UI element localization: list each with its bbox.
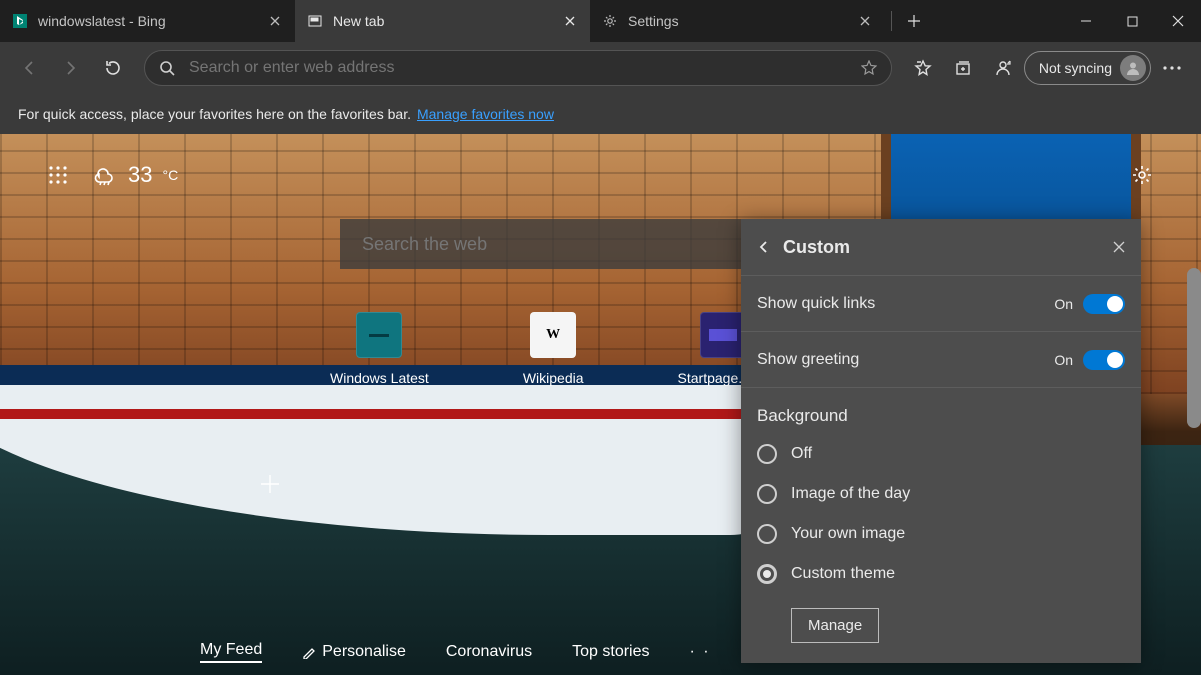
toolbar-right: Not syncing	[904, 49, 1191, 87]
quick-link-tile	[700, 312, 746, 358]
radio-icon	[757, 524, 777, 544]
back-icon[interactable]	[757, 240, 771, 254]
back-button[interactable]	[10, 49, 48, 87]
page-settings-button[interactable]	[1131, 164, 1153, 186]
quick-link-label: Windows Latest	[330, 370, 429, 386]
close-icon[interactable]	[857, 13, 873, 29]
toggle-switch[interactable]	[1083, 294, 1125, 314]
quick-link-wikipedia[interactable]: W Wikipedia	[523, 312, 584, 386]
tab-separator	[891, 11, 892, 31]
favorites-button[interactable]	[904, 49, 942, 87]
pencil-icon	[302, 645, 316, 659]
tab-strip: windowslatest - Bing New tab Settings	[0, 0, 1201, 42]
tab-title: New tab	[333, 13, 552, 29]
feed-tab-coronavirus[interactable]: Coronavirus	[446, 643, 532, 661]
radio-label: Your own image	[791, 525, 905, 543]
favorites-hint-text: For quick access, place your favorites h…	[18, 106, 411, 122]
new-tab-page: 33 °C Windows Latest W Wikipedia Startpa…	[0, 134, 1201, 675]
radio-icon	[757, 564, 777, 584]
browser-toolbar: Not syncing	[0, 42, 1201, 94]
new-tab-button[interactable]	[898, 0, 930, 42]
bg-option-off[interactable]: Off	[741, 434, 1141, 474]
minimize-button[interactable]	[1063, 0, 1109, 42]
toggle-label: Show greeting	[757, 351, 859, 369]
add-quick-link-button[interactable]	[250, 464, 290, 504]
close-icon[interactable]	[562, 13, 578, 29]
app-launcher-icon[interactable]	[48, 165, 68, 185]
quick-link-tile	[356, 312, 402, 358]
maximize-button[interactable]	[1109, 0, 1155, 42]
radio-label: Custom theme	[791, 565, 895, 583]
feed-tab-label: Personalise	[322, 643, 406, 661]
refresh-button[interactable]	[94, 49, 132, 87]
search-icon	[159, 60, 175, 76]
ntp-icon	[307, 13, 323, 29]
gear-icon	[602, 13, 618, 29]
radio-label: Off	[791, 445, 812, 463]
bing-icon	[12, 13, 28, 29]
address-bar[interactable]	[144, 50, 892, 86]
tab-title: Settings	[628, 13, 847, 29]
bg-option-custom-theme[interactable]: Custom theme	[741, 554, 1141, 594]
radio-icon	[757, 444, 777, 464]
profile-switch-button[interactable]	[984, 49, 1022, 87]
favorites-bar-hint: For quick access, place your favorites h…	[0, 94, 1201, 134]
feed-tab-personalise[interactable]: Personalise	[302, 643, 406, 661]
ntp-header: 33 °C	[0, 162, 1201, 188]
toggle-label: Show quick links	[757, 295, 875, 313]
close-icon[interactable]	[267, 13, 283, 29]
avatar-icon	[1120, 55, 1146, 81]
feed-more-button[interactable]: · ·	[690, 643, 711, 661]
vertical-scrollbar[interactable]	[1187, 268, 1201, 428]
close-window-button[interactable]	[1155, 0, 1201, 42]
weather-icon	[92, 164, 118, 186]
radio-icon	[757, 484, 777, 504]
manage-button[interactable]: Manage	[791, 608, 879, 643]
bg-option-own-image[interactable]: Your own image	[741, 514, 1141, 554]
bg-option-image-of-day[interactable]: Image of the day	[741, 474, 1141, 514]
temperature-value: 33	[128, 162, 152, 188]
page-settings-panel: Custom Show quick links On Show greeting…	[741, 219, 1141, 663]
tab-title: windowslatest - Bing	[38, 13, 257, 29]
toggle-quick-links[interactable]: Show quick links On	[741, 275, 1141, 331]
window-controls	[1063, 0, 1201, 42]
tab-settings[interactable]: Settings	[590, 0, 885, 42]
toggle-state: On	[1054, 352, 1073, 368]
manage-row: Manage	[741, 594, 1141, 663]
feed-tab-topstories[interactable]: Top stories	[572, 643, 649, 661]
panel-header: Custom	[741, 219, 1141, 275]
feed-tabs: My Feed Personalise Coronavirus Top stor…	[200, 641, 711, 663]
toggle-greeting[interactable]: Show greeting On	[741, 331, 1141, 387]
temperature-unit: °C	[162, 167, 178, 183]
more-menu-button[interactable]	[1153, 49, 1191, 87]
favorite-star-icon[interactable]	[861, 60, 877, 76]
toggle-switch[interactable]	[1083, 350, 1125, 370]
radio-label: Image of the day	[791, 485, 910, 503]
feed-tab-myfeed[interactable]: My Feed	[200, 641, 262, 663]
sync-status-label: Not syncing	[1039, 60, 1112, 76]
toggle-state: On	[1054, 296, 1073, 312]
quick-links: Windows Latest W Wikipedia Startpage.com	[330, 312, 769, 386]
forward-button[interactable]	[52, 49, 90, 87]
tab-bing[interactable]: windowslatest - Bing	[0, 0, 295, 42]
address-input[interactable]	[187, 58, 849, 78]
close-icon[interactable]	[1113, 241, 1125, 253]
background-section-title: Background	[741, 387, 1141, 434]
manage-favorites-link[interactable]: Manage favorites now	[417, 106, 554, 122]
quick-link-tile: W	[530, 312, 576, 358]
quick-link-label: Wikipedia	[523, 370, 584, 386]
tab-newtab[interactable]: New tab	[295, 0, 590, 42]
sync-profile-button[interactable]: Not syncing	[1024, 51, 1151, 85]
panel-title: Custom	[783, 237, 850, 258]
quick-link-windowslatest[interactable]: Windows Latest	[330, 312, 429, 386]
collections-button[interactable]	[944, 49, 982, 87]
weather-widget[interactable]: 33 °C	[92, 162, 178, 188]
